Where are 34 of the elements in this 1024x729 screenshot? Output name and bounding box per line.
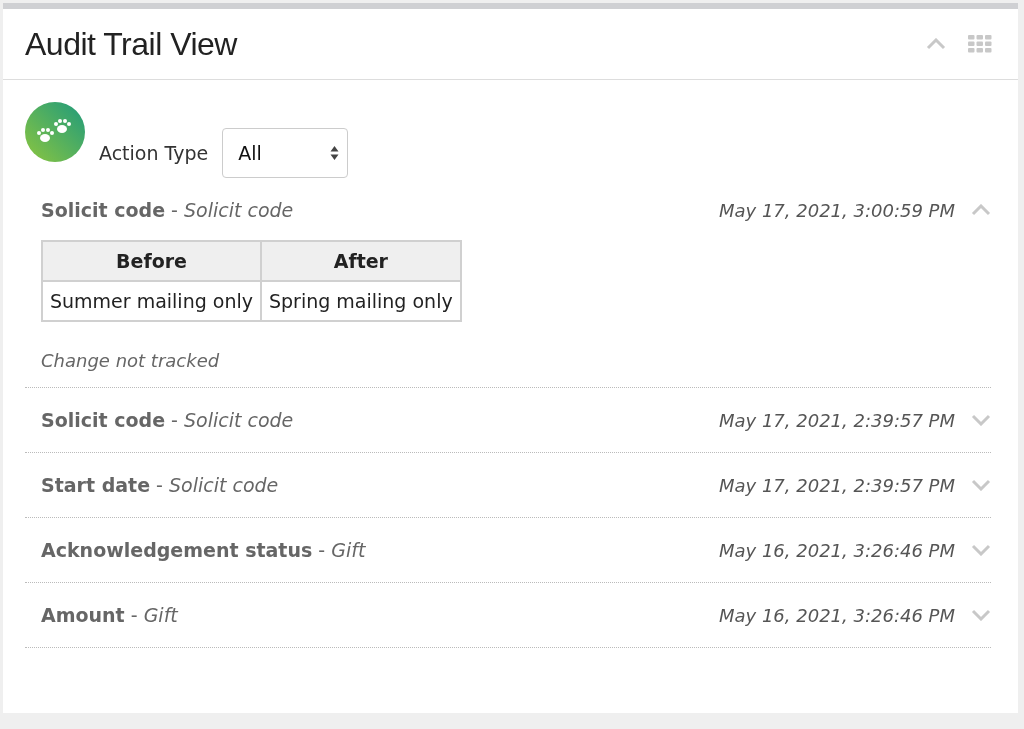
entry-note: Change not tracked (41, 350, 221, 371)
entry-title: Amount - Gift (41, 604, 180, 626)
chevron-up-icon (971, 204, 991, 216)
entry-timestamp: May 17, 2021, 2:39:57 PM (718, 474, 955, 496)
entry-timestamp: May 17, 2021, 2:39:57 PM (718, 409, 955, 431)
entry-timestamp: May 16, 2021, 3:26:46 PM (718, 604, 955, 626)
entry-title: Start date - Solicit code (41, 474, 280, 496)
chevron-down-icon (971, 544, 991, 556)
sort-arrows-icon (330, 145, 340, 161)
column-header: After (261, 241, 461, 281)
expand-toggle[interactable] (971, 414, 991, 426)
grid-icon (968, 35, 992, 53)
entry-title: Solicit code - Solicit code (41, 409, 295, 431)
panel-title: Audit Trail View (25, 25, 239, 63)
filter-label: Action Type (99, 142, 209, 164)
paw-print-avatar (25, 102, 85, 162)
expand-toggle[interactable] (971, 479, 991, 491)
entry-timestamp: May 16, 2021, 3:26:46 PM (718, 539, 955, 561)
expand-toggle[interactable] (971, 204, 991, 216)
table-cell: Summer mailing only (42, 281, 261, 321)
table-cell: Spring mailing only (261, 281, 461, 321)
entry-title: Acknowledgement status - Gift (41, 539, 367, 561)
grid-menu-button[interactable] (968, 35, 992, 53)
chevron-down-icon (971, 609, 991, 621)
expand-toggle[interactable] (971, 544, 991, 556)
chevron-up-icon (926, 38, 946, 50)
entry-timestamp: May 17, 2021, 3:00:59 PM (718, 199, 955, 221)
chevron-down-icon (971, 479, 991, 491)
column-header: Before (42, 241, 261, 281)
expand-toggle[interactable] (971, 609, 991, 621)
collapse-button[interactable] (926, 38, 946, 50)
entry-title: Solicit code - Solicit code (41, 199, 295, 221)
action-type-select[interactable]: All (222, 128, 349, 178)
chevron-down-icon (971, 414, 991, 426)
